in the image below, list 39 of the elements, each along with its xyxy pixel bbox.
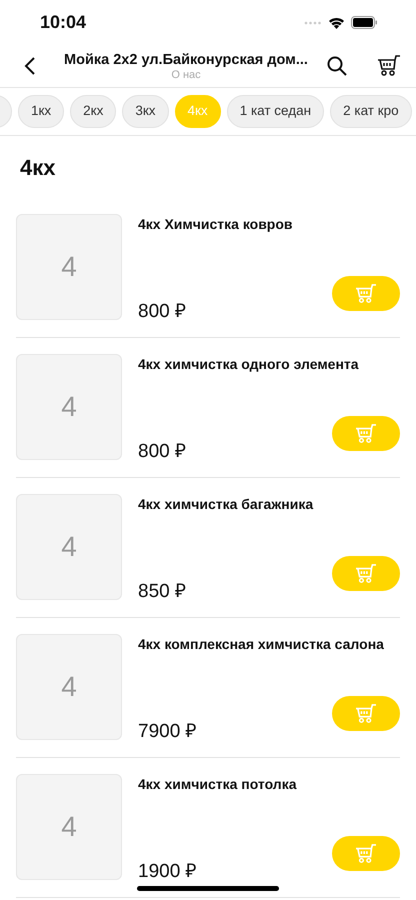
wifi-icon: [328, 16, 345, 29]
search-icon: [327, 56, 347, 76]
add-to-cart-button[interactable]: [332, 556, 400, 591]
battery-icon: [351, 16, 378, 29]
product-price: 7900 ₽: [138, 721, 197, 743]
product-thumbnail: 4: [16, 634, 122, 740]
product-name: 4кх химчистка потолка: [138, 775, 298, 794]
signal-icon: [304, 20, 322, 24]
category-chip[interactable]: 3кх: [122, 95, 169, 128]
product-price: 1900 ₽: [138, 861, 197, 883]
product-price: 800 ₽: [138, 301, 186, 323]
status-time: 10:04: [39, 11, 86, 34]
section-title: 4кх: [20, 154, 56, 182]
category-chip[interactable]: 2кх: [70, 95, 116, 128]
add-to-cart-button[interactable]: [332, 276, 400, 311]
back-icon: [24, 56, 36, 76]
add-to-cart-button[interactable]: [332, 836, 400, 871]
product-price: 800 ₽: [138, 441, 186, 463]
cart-icon: [355, 284, 377, 304]
product-thumbnail: 4: [16, 214, 122, 320]
product-name: 4кх Химчистка ковров: [138, 215, 294, 234]
category-chip[interactable]: 1кх: [18, 95, 64, 128]
header-title: Мойка 2х2 ул.Байконурская дом...: [64, 50, 308, 68]
cart-icon: [377, 55, 401, 77]
cart-icon: [355, 844, 377, 864]
cart-icon: [355, 424, 377, 444]
cart-icon: [355, 564, 377, 584]
product-thumbnail: 4: [16, 354, 122, 460]
product-name: 4кх комплексная химчистка салона: [138, 635, 385, 654]
product-thumbnail: 4: [16, 774, 122, 880]
product-price: 850 ₽: [138, 581, 186, 603]
add-to-cart-button[interactable]: [332, 416, 400, 451]
product-name: 4кх химчистка одного элемента: [138, 355, 360, 374]
add-to-cart-button[interactable]: [332, 696, 400, 731]
category-chip[interactable]: 1 кат седан: [226, 95, 324, 128]
cart-icon: [355, 704, 377, 724]
category-chip[interactable]: 2 кат кро: [330, 95, 412, 128]
product-thumbnail: 4: [16, 494, 122, 600]
product-name: 4кх химчистка багажника: [138, 495, 314, 514]
